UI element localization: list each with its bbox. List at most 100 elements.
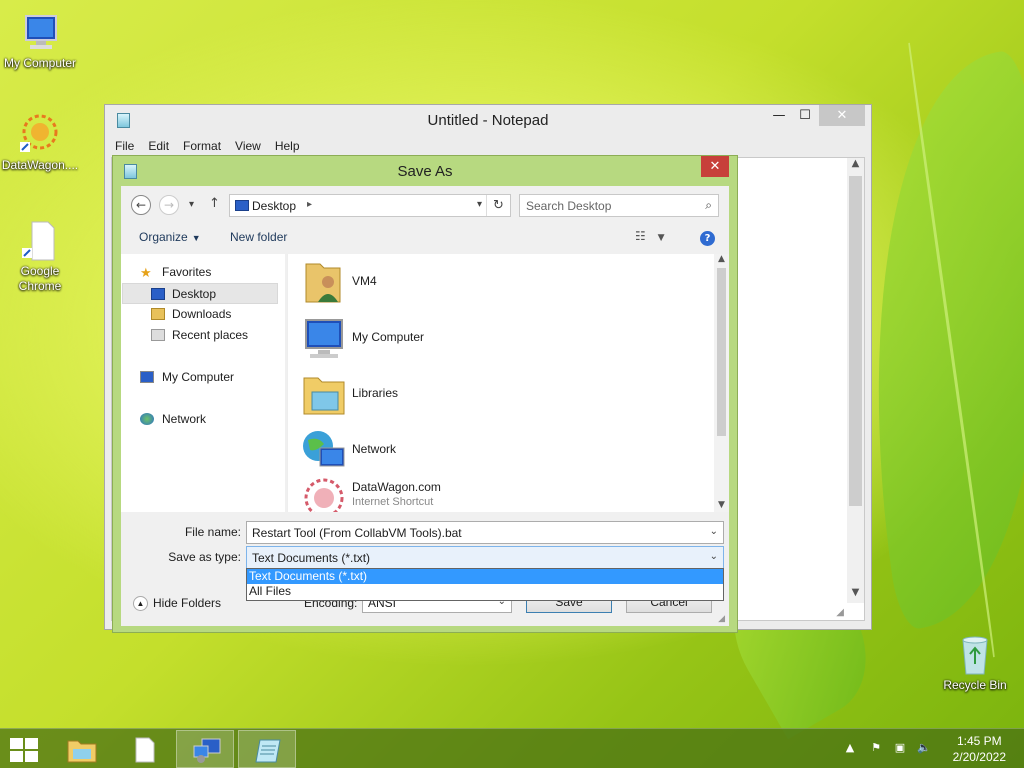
notepad-close-button[interactable]: ✕ [819, 105, 865, 126]
menu-help[interactable]: Help [275, 135, 300, 157]
nav-downloads[interactable]: Downloads [121, 304, 285, 325]
remote-desktop-icon [192, 738, 221, 763]
dialog-title: Save As [397, 163, 453, 180]
windows-logo-pane [25, 751, 38, 762]
computer-icon [18, 10, 62, 54]
save-type-dropdown-list: Text Documents (*.txt) All Files [246, 568, 724, 601]
system-tray: ▲ ⚑ ▣ 🔈 1:45 PM 2/20/2022 [824, 729, 1024, 768]
item-name: Libraries [352, 386, 399, 400]
refresh-icon[interactable]: ↻ [486, 195, 510, 216]
taskbar-file-explorer[interactable] [52, 730, 110, 768]
list-item[interactable]: Libraries [300, 368, 700, 422]
clock-time: 1:45 PM [956, 734, 1002, 748]
hide-folders-button[interactable]: ▲ Hide Folders [133, 596, 221, 612]
list-item[interactable]: VM4 [300, 256, 700, 310]
search-input[interactable] [520, 195, 690, 216]
nav-recent-places[interactable]: Recent places [121, 325, 285, 346]
nav-network[interactable]: Network [121, 409, 285, 430]
clock[interactable]: 1:45 PM 2/20/2022 [953, 733, 1006, 765]
downloads-folder-icon [151, 308, 165, 320]
address-location: Desktop [252, 199, 297, 213]
chevron-down-icon[interactable]: ⌄ [710, 551, 718, 562]
list-item[interactable]: Network [300, 424, 700, 478]
help-icon[interactable]: ? [700, 231, 715, 246]
desktop-icon-label: DataWagon.... [1, 158, 79, 172]
file-list-vertical-scrollbar[interactable]: ▲ ▼ [714, 254, 729, 512]
notepad-title-bar[interactable]: Untitled - Notepad — ☐ ✕ [105, 105, 871, 135]
scroll-thumb[interactable] [717, 268, 726, 436]
start-button[interactable] [8, 737, 38, 762]
network-icon [140, 413, 154, 425]
nav-my-computer[interactable]: My Computer [121, 367, 285, 388]
address-bar[interactable]: Desktop ▸ ▾ ↻ [229, 194, 511, 217]
desktop-icon-label: Recycle Bin [943, 678, 1007, 692]
menu-view[interactable]: View [235, 135, 261, 157]
search-icon: ⌕ [705, 198, 712, 212]
maximize-button[interactable]: ☐ [791, 105, 819, 127]
nav-desktop[interactable]: Desktop [122, 283, 278, 304]
save-type-value: Text Documents (*.txt) [252, 551, 371, 565]
list-item[interactable]: DataWagon.com Internet Shortcut [300, 472, 700, 512]
forward-button[interactable]: → [159, 195, 179, 215]
nav-favorites[interactable]: ★ Favorites [121, 262, 285, 283]
new-folder-button[interactable]: New folder [230, 230, 287, 244]
network-icon [300, 426, 348, 474]
taskbar-notepad[interactable] [238, 730, 296, 768]
view-options-button[interactable]: ☷ ▼ [635, 229, 677, 247]
file-list-pane: VM4 My Computer Libraries Network DataWa… [287, 254, 729, 512]
scroll-thumb[interactable] [849, 176, 862, 506]
resize-grip-icon[interactable]: ◢ [718, 614, 725, 624]
file-name-label: File name: [184, 525, 241, 539]
action-center-flag-icon[interactable]: ⚑ [868, 741, 884, 755]
menu-edit[interactable]: Edit [148, 135, 169, 157]
taskbar-blank-file[interactable] [114, 730, 172, 768]
breadcrumb-arrow-icon[interactable]: ▸ [307, 199, 312, 210]
nav-label: Desktop [172, 287, 217, 301]
minimize-button[interactable]: — [765, 105, 793, 127]
chevron-down-icon: ▼ [191, 233, 201, 243]
resize-grip-icon[interactable]: ◢ [836, 607, 844, 618]
list-item[interactable]: My Computer [300, 312, 700, 366]
desktop-icon-label: My Computer [3, 56, 77, 70]
nav-label: Favorites [162, 265, 212, 279]
scroll-down-arrow-icon[interactable]: ▼ [714, 500, 729, 510]
desktop-icon-recycle-bin[interactable]: Recycle Bin [935, 632, 1015, 693]
taskbar: ▲ ⚑ ▣ 🔈 1:45 PM 2/20/2022 [0, 728, 1024, 768]
recent-locations-chevron-icon[interactable]: ▾ [189, 199, 194, 210]
back-button[interactable]: ← [131, 195, 151, 215]
taskbar-remote-desktop[interactable] [176, 730, 234, 768]
file-name-field[interactable]: Restart Tool (From CollabVM Tools).bat ⌄ [246, 521, 724, 544]
save-type-select[interactable]: Text Documents (*.txt) ⌄ [246, 546, 724, 569]
volume-muted-icon[interactable]: 🔈 [916, 741, 932, 755]
menu-file[interactable]: File [115, 135, 134, 157]
notepad-vertical-scrollbar[interactable]: ▲ ▼ [847, 158, 864, 603]
windows-logo-pane [25, 738, 38, 749]
navigation-pane: ★ Favorites Desktop Downloads Recent pla… [121, 254, 285, 512]
dialog-title-bar[interactable]: Save As ✕ [113, 156, 737, 186]
item-name: My Computer [352, 330, 425, 344]
chevron-down-icon[interactable]: ⌄ [710, 526, 718, 537]
address-dropdown-icon[interactable]: ▾ [477, 199, 482, 210]
windows-logo-pane [10, 751, 23, 762]
search-box[interactable]: ⌕ [519, 194, 719, 217]
organize-button[interactable]: Organize ▼ [139, 230, 201, 244]
menu-format[interactable]: Format [183, 135, 221, 157]
save-type-option-text[interactable]: Text Documents (*.txt) [247, 569, 723, 584]
network-status-icon[interactable]: ▣ [892, 741, 908, 755]
scroll-up-arrow-icon[interactable]: ▲ [714, 254, 729, 264]
chevron-down-icon: ▼ [657, 233, 665, 243]
desktop-icon-datawagon[interactable]: DataWagon.... [0, 112, 80, 173]
dialog-close-button[interactable]: ✕ [701, 156, 729, 177]
desktop-icon-my-computer[interactable]: My Computer [0, 10, 80, 71]
chevron-up-icon: ▲ [133, 596, 148, 612]
scroll-up-arrow-icon[interactable]: ▲ [847, 158, 864, 174]
save-as-dialog: Save As ✕ ← → ▾ ↑ Desktop ▸ ▾ ↻ ⌕ Organi… [112, 155, 738, 633]
view-icon: ☷ [635, 229, 646, 243]
file-explorer-icon [67, 737, 97, 763]
save-type-option-all[interactable]: All Files [247, 584, 723, 599]
up-arrow-icon[interactable]: ↑ [209, 196, 220, 211]
desktop-icon [235, 200, 249, 211]
desktop-icon-google-chrome[interactable]: Google Chrome [0, 218, 80, 294]
scroll-down-arrow-icon[interactable]: ▼ [847, 587, 864, 603]
show-hidden-icons-chevron-icon[interactable]: ▲ [842, 741, 858, 755]
